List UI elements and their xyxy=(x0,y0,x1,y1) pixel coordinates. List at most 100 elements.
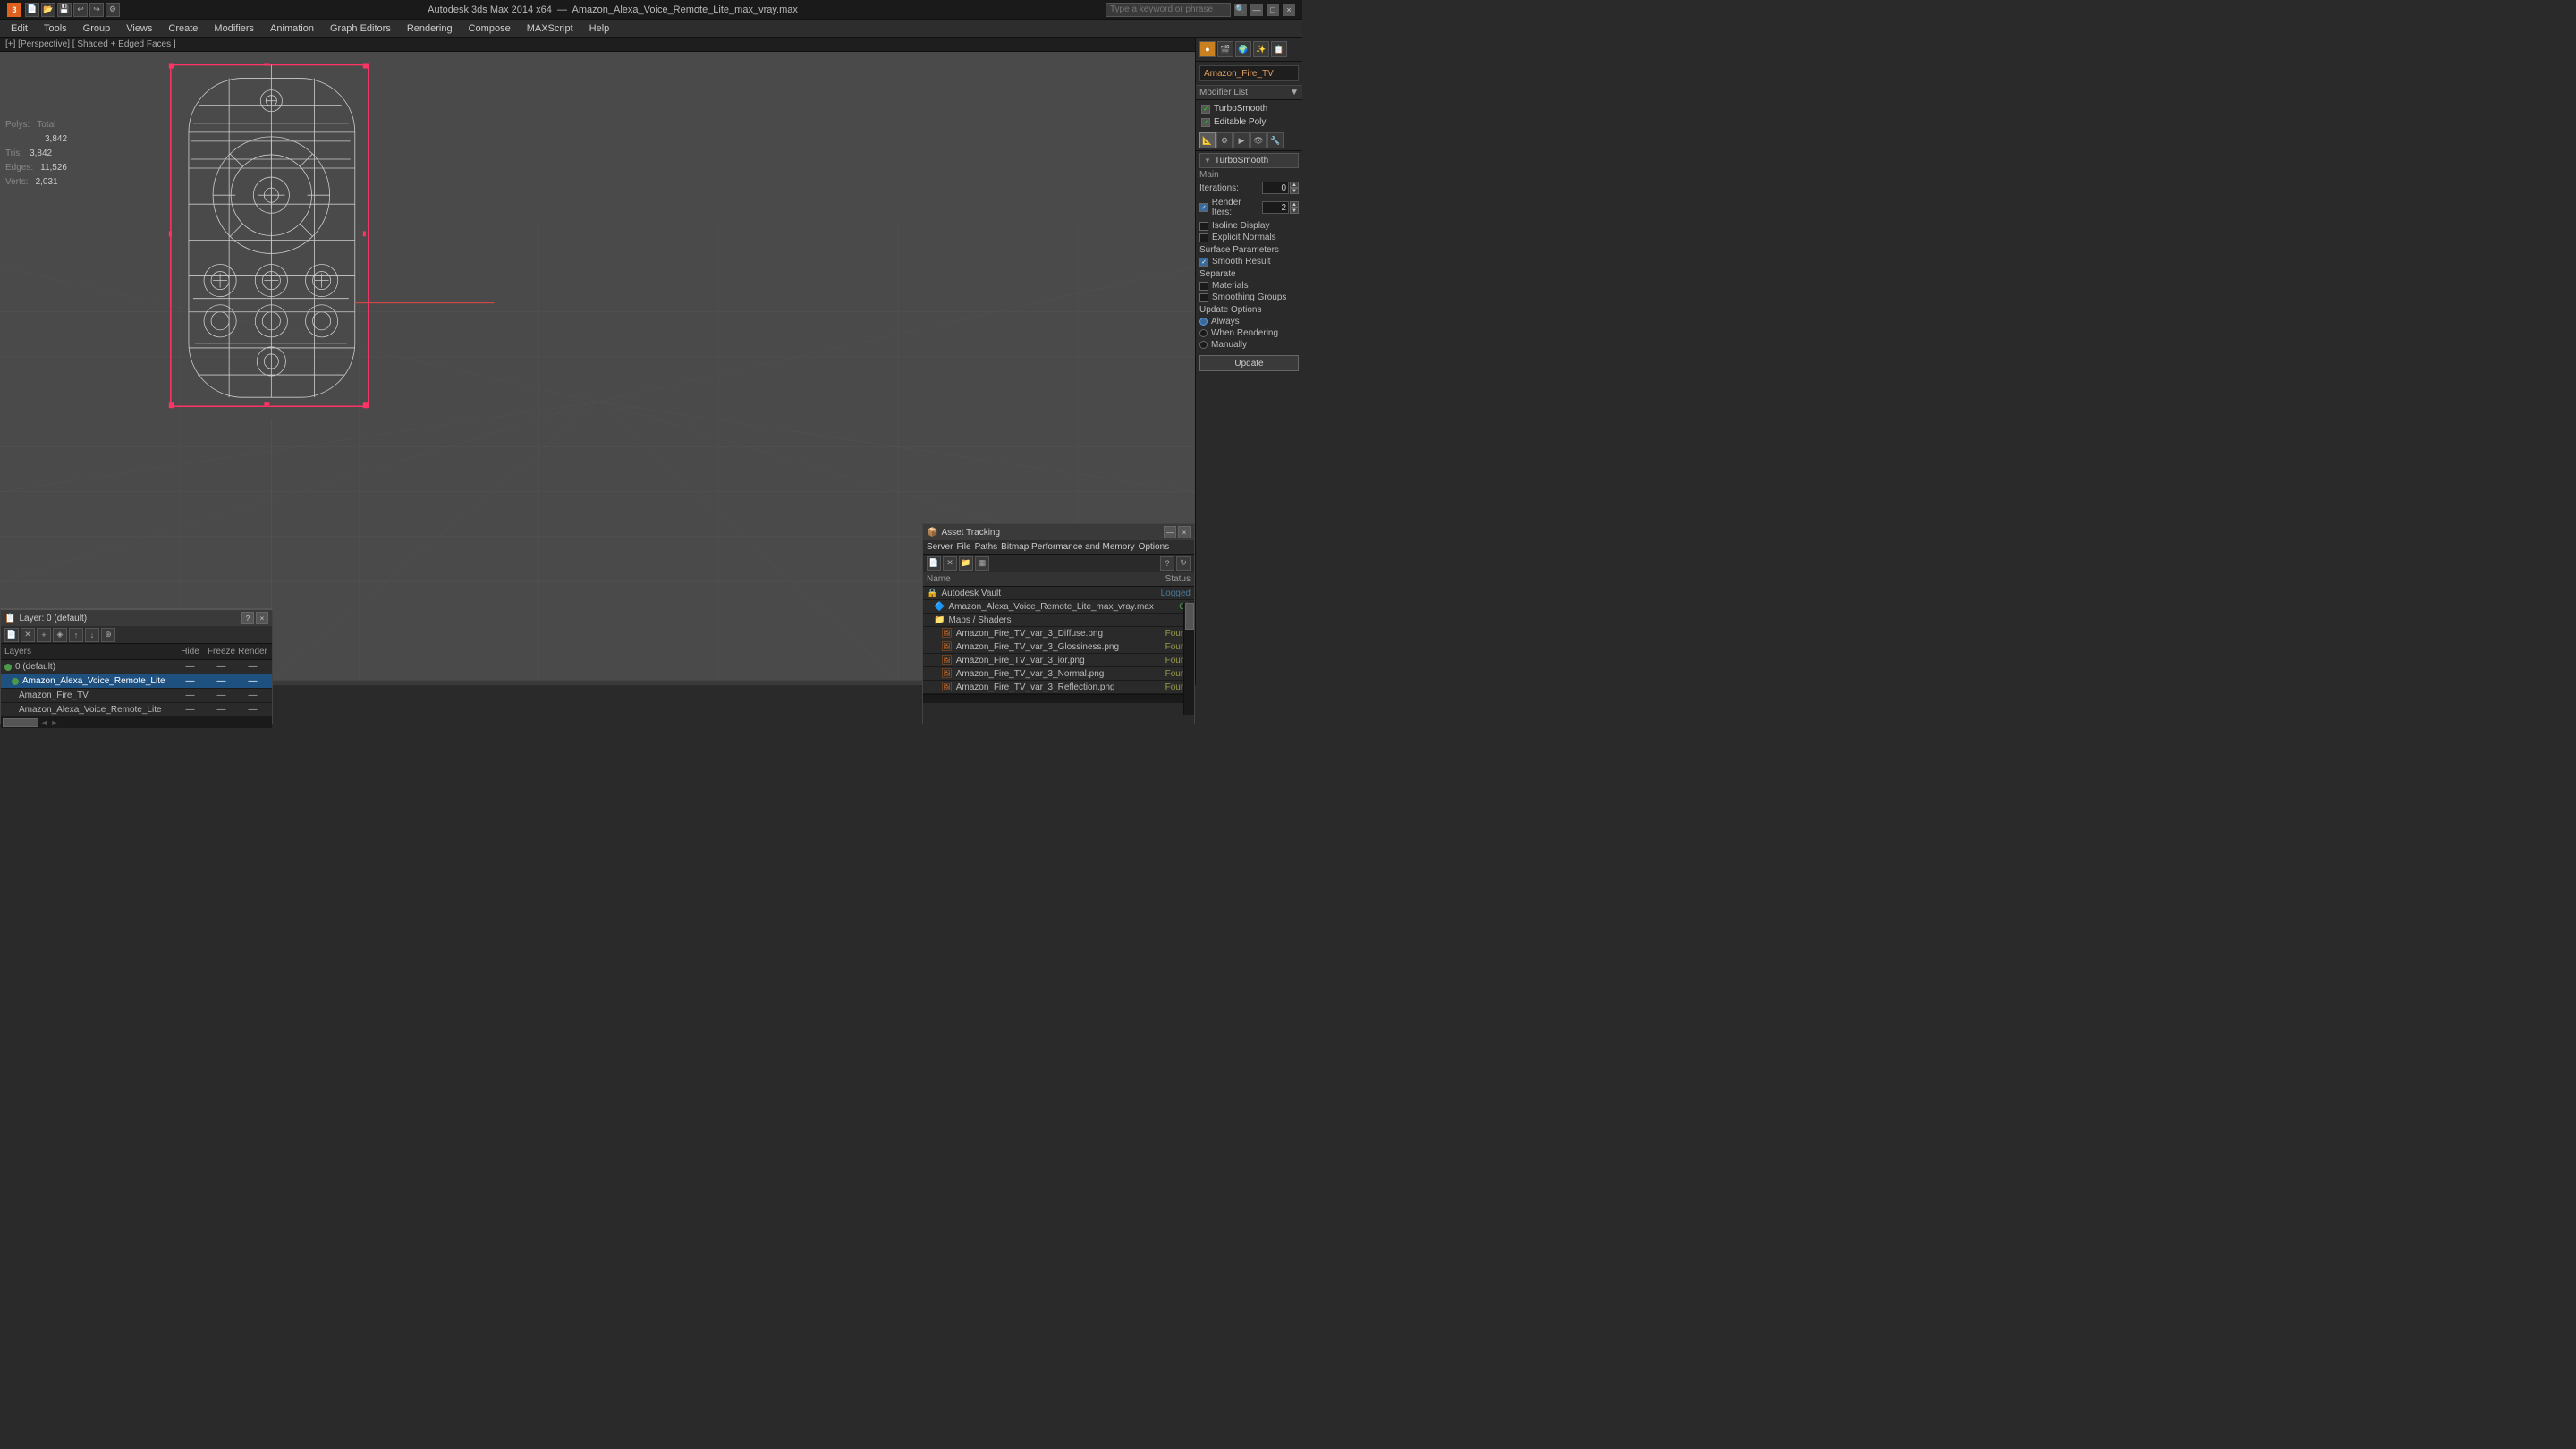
layer-render-fire-tv[interactable]: — xyxy=(237,691,268,700)
search-btn[interactable]: 🔍 xyxy=(1234,4,1247,16)
modifier-editable-poly-checkbox[interactable]: ✓ xyxy=(1201,118,1210,127)
layer-delete-btn[interactable]: ✕ xyxy=(21,628,35,642)
menu-group[interactable]: Group xyxy=(76,21,118,36)
modifier-editable-poly[interactable]: ✓ Editable Poly xyxy=(1199,115,1299,129)
color-icon[interactable]: ● xyxy=(1199,41,1216,57)
iterations-spin-down[interactable]: ▼ xyxy=(1290,188,1299,194)
materials-checkbox[interactable] xyxy=(1199,282,1208,291)
iterations-spin-up[interactable]: ▲ xyxy=(1290,182,1299,188)
tab-motion[interactable]: ▶ xyxy=(1233,132,1250,148)
new-file-btn[interactable]: 📄 xyxy=(25,3,39,17)
layer-render-remote-lite[interactable]: — xyxy=(237,705,268,715)
layer-row-default[interactable]: 0 (default) — — — xyxy=(1,660,272,674)
layer-select-btn[interactable]: ◈ xyxy=(53,628,67,642)
asset-row-ior[interactable]: 🖼Amazon_Fire_TV_var_3_ior.png Found xyxy=(923,654,1194,667)
render-iters-checkbox[interactable]: ✓ xyxy=(1199,203,1208,212)
object-name-field[interactable] xyxy=(1199,65,1299,81)
menu-help[interactable]: Help xyxy=(582,21,617,36)
layer-freeze-default[interactable]: — xyxy=(206,662,237,672)
asset-scroll-bar[interactable] xyxy=(923,694,1194,703)
layer-render-remote[interactable]: — xyxy=(237,676,268,686)
close-btn[interactable]: × xyxy=(1283,4,1295,16)
layer-scroll-thumb[interactable] xyxy=(3,718,38,727)
render-setup-icon[interactable]: 🎬 xyxy=(1217,41,1233,57)
layer-row-fire-tv[interactable]: Amazon_Fire_TV — — — xyxy=(1,689,272,703)
layer-hide-remote-lite[interactable]: — xyxy=(174,705,206,715)
layer-row-remote[interactable]: Amazon_Alexa_Voice_Remote_Lite — — — xyxy=(1,674,272,689)
undo-btn[interactable]: ↩ xyxy=(73,3,88,17)
render-iters-spin-up[interactable]: ▲ xyxy=(1290,201,1299,208)
layer-close-btn[interactable]: × xyxy=(256,612,268,624)
env-icon[interactable]: 🌍 xyxy=(1235,41,1251,57)
layer-collapse-btn[interactable]: ↓ xyxy=(85,628,99,642)
modifier-turbosmooth-checkbox[interactable]: ✓ xyxy=(1201,105,1210,114)
open-file-btn[interactable]: 📂 xyxy=(41,3,55,17)
layer-expand-btn[interactable]: ⊕ xyxy=(101,628,115,642)
isoline-display-checkbox[interactable] xyxy=(1199,222,1208,231)
asset-table-btn[interactable]: ▦ xyxy=(975,556,989,571)
explicit-normals-checkbox[interactable] xyxy=(1199,233,1208,242)
update-button[interactable]: Update xyxy=(1199,355,1299,371)
tab-modify[interactable]: 📐 xyxy=(1199,132,1216,148)
menu-views[interactable]: Views xyxy=(119,21,159,36)
modifier-list-dropdown-icon[interactable]: ▼ xyxy=(1290,88,1299,97)
tab-display[interactable]: 👁 xyxy=(1250,132,1267,148)
render-msg-icon[interactable]: 📋 xyxy=(1271,41,1287,57)
layer-add-btn[interactable]: 📄 xyxy=(4,628,19,642)
layer-hide-remote[interactable]: — xyxy=(174,676,206,686)
layer-freeze-fire-tv[interactable]: — xyxy=(206,691,237,700)
render-iters-input[interactable] xyxy=(1262,201,1289,214)
tab-utilities[interactable]: 🔧 xyxy=(1267,132,1284,148)
asset-row-reflection[interactable]: 🖼Amazon_Fire_TV_var_3_Reflection.png Fou… xyxy=(923,681,1194,694)
menu-create[interactable]: Create xyxy=(161,21,205,36)
settings-btn[interactable]: ⚙ xyxy=(106,3,120,17)
menu-compose[interactable]: Compose xyxy=(462,21,518,36)
asset-add-btn[interactable]: 📄 xyxy=(927,556,941,571)
modifier-turbosmooth[interactable]: ✓ TurboSmooth xyxy=(1199,102,1299,115)
layer-scroll-bar[interactable]: ◄ ► xyxy=(1,717,272,728)
asset-delete-btn[interactable]: ✕ xyxy=(943,556,957,571)
redo-btn[interactable]: ↪ xyxy=(89,3,104,17)
always-radio[interactable] xyxy=(1199,318,1208,326)
layer-row-remote-lite[interactable]: Amazon_Alexa_Voice_Remote_Lite — — — xyxy=(1,703,272,717)
asset-vscroll-thumb[interactable] xyxy=(1185,603,1194,630)
smoothing-groups-checkbox[interactable] xyxy=(1199,293,1208,302)
asset-row-vault[interactable]: 🔒Autodesk Vault Logged xyxy=(923,587,1194,600)
tab-hierarchy[interactable]: ⚙ xyxy=(1216,132,1233,148)
layer-freeze-remote[interactable]: — xyxy=(206,676,237,686)
asset-menu-bitmap-perf[interactable]: Bitmap Performance and Memory xyxy=(1001,542,1135,552)
maximize-btn[interactable]: □ xyxy=(1267,4,1279,16)
asset-menu-server[interactable]: Server xyxy=(927,542,953,552)
asset-minimize-btn[interactable]: — xyxy=(1164,526,1176,538)
iterations-input[interactable] xyxy=(1262,182,1289,194)
save-file-btn[interactable]: 💾 xyxy=(57,3,72,17)
asset-vscroll[interactable] xyxy=(1183,603,1194,715)
menu-rendering[interactable]: Rendering xyxy=(400,21,460,36)
asset-menu-file[interactable]: File xyxy=(956,542,970,552)
asset-row-glossiness[interactable]: 🖼Amazon_Fire_TV_var_3_Glossiness.png Fou… xyxy=(923,640,1194,654)
layer-hide-default[interactable]: — xyxy=(174,662,206,672)
asset-row-diffuse[interactable]: 🖼Amazon_Fire_TV_var_3_Diffuse.png Found xyxy=(923,627,1194,640)
when-rendering-radio[interactable] xyxy=(1199,329,1208,337)
menu-graph-editors[interactable]: Graph Editors xyxy=(323,21,398,36)
asset-row-normal[interactable]: 🖼Amazon_Fire_TV_var_3_Normal.png Found xyxy=(923,667,1194,681)
manually-radio[interactable] xyxy=(1199,341,1208,349)
search-input[interactable] xyxy=(1106,3,1231,17)
asset-menu-paths[interactable]: Paths xyxy=(975,542,998,552)
layer-find-btn[interactable]: ↑ xyxy=(69,628,83,642)
asset-row-main-file[interactable]: 🔷Amazon_Alexa_Voice_Remote_Lite_max_vray… xyxy=(923,600,1194,614)
render-iters-spin-down[interactable]: ▼ xyxy=(1290,208,1299,214)
layer-render-default[interactable]: — xyxy=(237,662,268,672)
menu-tools[interactable]: Tools xyxy=(37,21,74,36)
asset-menu-options[interactable]: Options xyxy=(1139,542,1169,552)
menu-edit[interactable]: Edit xyxy=(4,21,35,36)
layer-hide-fire-tv[interactable]: — xyxy=(174,691,206,700)
menu-modifiers[interactable]: Modifiers xyxy=(207,21,261,36)
layer-freeze-remote-lite[interactable]: — xyxy=(206,705,237,715)
layer-add-selected-btn[interactable]: + xyxy=(37,628,51,642)
turbosmooth-section-header[interactable]: ▼ TurboSmooth xyxy=(1199,153,1299,168)
menu-maxscript[interactable]: MAXScript xyxy=(520,21,580,36)
asset-close-btn[interactable]: × xyxy=(1178,526,1191,538)
asset-help-btn[interactable]: ? xyxy=(1160,556,1174,571)
asset-refresh-btn[interactable]: ↻ xyxy=(1176,556,1191,571)
